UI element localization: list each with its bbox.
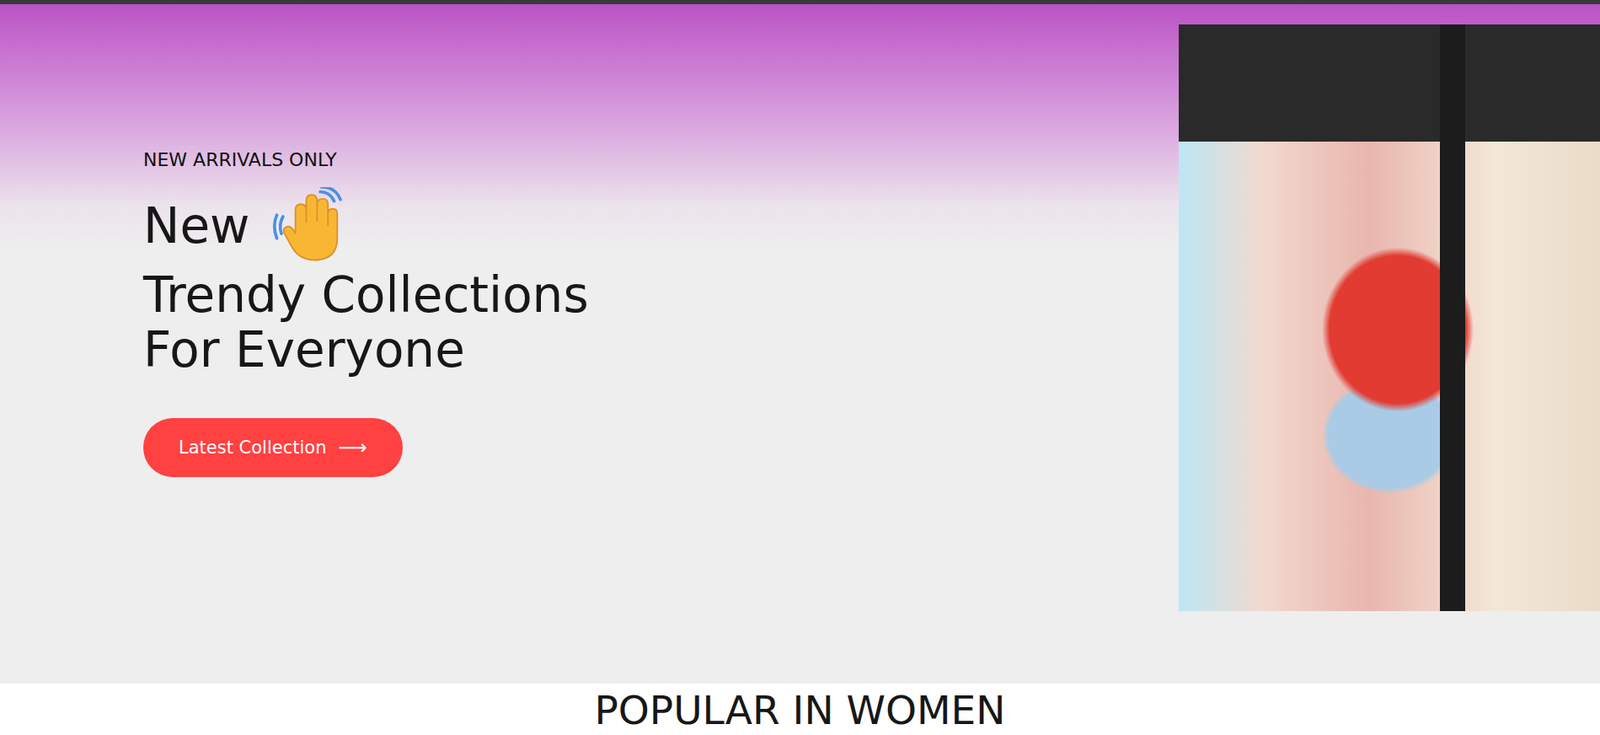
hero-image — [1178, 24, 1600, 611]
headline-line: For Everyone — [143, 322, 589, 378]
latest-collection-button[interactable]: Latest Collection ⟶ — [143, 417, 403, 477]
hero-banner: NEW ARRIVALS ONLY New Trendy CollectionsFo… — [0, 4, 1600, 684]
page: NEW ARRIVALS ONLY New Trendy CollectionsFo… — [0, 0, 1600, 735]
headline-word: New — [143, 197, 251, 255]
waving-hand-icon — [272, 187, 350, 265]
headline-first-line: New — [143, 187, 589, 265]
button-label: Latest Collection — [178, 437, 327, 458]
headline-line: Trendy Collections — [143, 267, 589, 323]
hero-text: NEW ARRIVALS ONLY New Trendy CollectionsFo… — [0, 4, 589, 477]
section-title: POPULAR IN WOMEN — [0, 686, 1600, 734]
hero-tag: NEW ARRIVALS ONLY — [143, 149, 589, 171]
arrow-icon: ⟶ — [337, 435, 367, 460]
headline: Trendy CollectionsFor Everyone — [143, 267, 589, 378]
popular-section: POPULAR IN WOMEN — [0, 683, 1600, 735]
